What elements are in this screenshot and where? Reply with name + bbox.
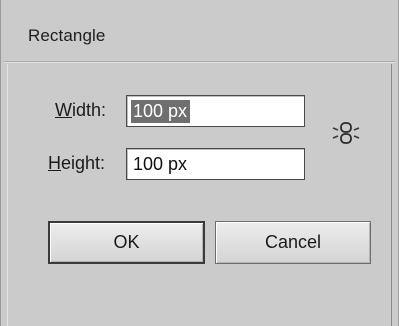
width-input[interactable]: 100 px — [126, 95, 305, 127]
width-input-value: 100 px — [131, 100, 191, 123]
rectangle-dialog: Rectangle Width: 100 px Height: 100 px O… — [0, 0, 399, 326]
height-label: Height: — [48, 153, 105, 174]
height-input[interactable]: 100 px — [126, 148, 305, 180]
height-input-value: 100 px — [133, 154, 188, 174]
title-divider — [4, 61, 395, 63]
width-label-text: idth: — [72, 100, 107, 120]
cancel-button[interactable]: Cancel — [215, 221, 371, 264]
dialog-title: Rectangle — [28, 26, 106, 45]
constrain-proportions-link-icon[interactable] — [332, 120, 360, 146]
ok-button[interactable]: OK — [48, 221, 205, 264]
height-label-mnemonic: H — [48, 153, 61, 173]
width-label-mnemonic: W — [55, 100, 72, 120]
width-label: Width: — [55, 100, 106, 121]
height-label-text: eight: — [61, 153, 106, 173]
